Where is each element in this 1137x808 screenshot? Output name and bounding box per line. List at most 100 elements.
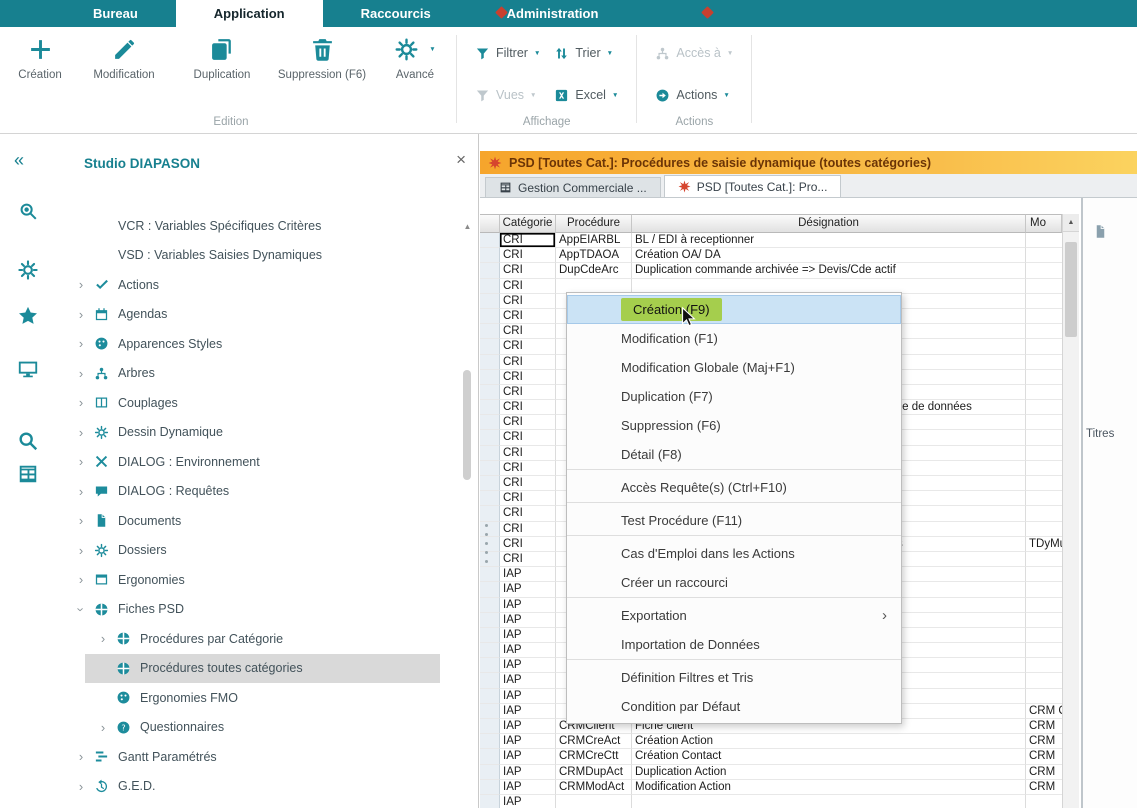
- close-sidebar-button[interactable]: ×: [456, 150, 466, 170]
- sidebar-item[interactable]: › G.E.D.: [57, 772, 462, 802]
- row-selector[interactable]: [480, 765, 500, 780]
- context-menu-item[interactable]: Cas d'Emploi dans les Actions ›: [567, 539, 901, 568]
- cell-categorie[interactable]: CRI: [500, 248, 556, 263]
- row-selector[interactable]: [480, 749, 500, 764]
- cell-designation[interactable]: Création Action: [632, 734, 1026, 749]
- row-selector[interactable]: [480, 582, 500, 597]
- cell-categorie[interactable]: IAP: [500, 765, 556, 780]
- row-selector[interactable]: [480, 506, 500, 521]
- cell-mo[interactable]: CRM: [1026, 765, 1062, 780]
- modification-button[interactable]: Modification: [80, 34, 168, 82]
- document-tab[interactable]: PSD [Toutes Cat.]: Pro...: [664, 175, 842, 197]
- ribbon-tab[interactable]: Raccourcis: [323, 0, 469, 27]
- cell-mo[interactable]: [1026, 552, 1062, 567]
- row-selector[interactable]: [480, 522, 500, 537]
- cell-mo[interactable]: [1026, 370, 1062, 385]
- context-menu-item[interactable]: Détail (F8) ›: [567, 440, 901, 470]
- sidebar-item[interactable]: › Gantt Paramétrés: [57, 742, 462, 772]
- cell-mo[interactable]: [1026, 643, 1062, 658]
- context-menu-item[interactable]: Créer un raccourci ›: [567, 568, 901, 598]
- cell-categorie[interactable]: CRI: [500, 415, 556, 430]
- table-row[interactable]: IAP CRMDupAct Duplication Action CRM: [480, 765, 1062, 780]
- ribbon-tab[interactable]: Administration: [469, 0, 637, 27]
- cell-categorie[interactable]: CRI: [500, 370, 556, 385]
- context-menu-item[interactable]: Accès Requête(s) (Ctrl+F10) ›: [567, 473, 901, 503]
- cell-categorie[interactable]: CRI: [500, 537, 556, 552]
- column-header-mo[interactable]: Mo: [1026, 214, 1062, 233]
- cell-designation[interactable]: BL / EDI à receptionner: [632, 233, 1026, 248]
- cell-procedure[interactable]: [556, 795, 632, 808]
- column-header-designation[interactable]: Désignation: [632, 214, 1026, 233]
- sidebar-item[interactable]: › DIALOG : Requêtes: [57, 477, 462, 507]
- cell-mo[interactable]: [1026, 415, 1062, 430]
- cell-mo[interactable]: [1026, 567, 1062, 582]
- cell-mo[interactable]: CRM: [1026, 749, 1062, 764]
- row-selector[interactable]: [480, 704, 500, 719]
- cell-categorie[interactable]: CRI: [500, 233, 556, 248]
- cell-categorie[interactable]: CRI: [500, 446, 556, 461]
- cell-mo[interactable]: CRM: [1026, 734, 1062, 749]
- cell-mo[interactable]: [1026, 446, 1062, 461]
- cell-designation[interactable]: Création Contact: [632, 749, 1026, 764]
- table-row[interactable]: IAP CRMCreAct Création Action CRM: [480, 734, 1062, 749]
- row-selector[interactable]: [480, 309, 500, 324]
- sidebar-scrollbar[interactable]: ▲: [462, 222, 473, 804]
- cell-categorie[interactable]: CRI: [500, 339, 556, 354]
- sidebar-item[interactable]: › Documents: [57, 506, 462, 536]
- context-menu-item[interactable]: Modification Globale (Maj+F1) ›: [567, 353, 901, 382]
- cell-categorie[interactable]: IAP: [500, 719, 556, 734]
- vertical-scrollbar[interactable]: ▲: [1062, 214, 1079, 808]
- cell-mo[interactable]: CRM C: [1026, 704, 1062, 719]
- row-selector[interactable]: [480, 385, 500, 400]
- cell-designation[interactable]: Modification Action: [632, 780, 1026, 795]
- cell-mo[interactable]: [1026, 658, 1062, 673]
- cell-categorie[interactable]: CRI: [500, 294, 556, 309]
- cell-categorie[interactable]: IAP: [500, 704, 556, 719]
- cell-mo[interactable]: [1026, 476, 1062, 491]
- row-selector[interactable]: [480, 446, 500, 461]
- cell-procedure[interactable]: CRMCreAct: [556, 734, 632, 749]
- sidebar-item[interactable]: › VCR : Variables Spécifiques Critères: [57, 211, 462, 241]
- cell-categorie[interactable]: CRI: [500, 324, 556, 339]
- row-selector[interactable]: [480, 613, 500, 628]
- cell-mo[interactable]: [1026, 309, 1062, 324]
- vues-button[interactable]: Vues▼: [475, 82, 540, 108]
- cell-procedure[interactable]: DupCdeArc: [556, 263, 632, 278]
- sidebar-item[interactable]: › Couplages: [57, 388, 462, 418]
- cell-categorie[interactable]: CRI: [500, 476, 556, 491]
- scroll-up-icon[interactable]: ▲: [462, 222, 473, 231]
- cell-procedure[interactable]: CRMCreCtt: [556, 749, 632, 764]
- cell-designation[interactable]: Création OA/ DA: [632, 248, 1026, 263]
- table-row[interactable]: CRI AppEIARBL BL / EDI à receptionner: [480, 233, 1062, 248]
- cell-procedure[interactable]: CRMDupAct: [556, 765, 632, 780]
- sidebar-item[interactable]: › Arbres: [57, 359, 462, 389]
- cell-categorie[interactable]: CRI: [500, 309, 556, 324]
- row-selector[interactable]: [480, 567, 500, 582]
- cell-categorie[interactable]: IAP: [500, 628, 556, 643]
- rail-search-button[interactable]: [13, 426, 43, 456]
- sidebar-item[interactable]: › Dessin Dynamique: [57, 418, 462, 448]
- scroll-up-icon[interactable]: ▲: [1063, 214, 1079, 232]
- cell-categorie[interactable]: IAP: [500, 734, 556, 749]
- rail-desktop-button[interactable]: [13, 354, 43, 384]
- row-selector[interactable]: [480, 370, 500, 385]
- cell-mo[interactable]: CRM: [1026, 719, 1062, 734]
- row-selector[interactable]: [480, 658, 500, 673]
- cell-categorie[interactable]: CRI: [500, 263, 556, 278]
- rail-data-button[interactable]: [13, 459, 43, 489]
- sidebar-item[interactable]: › Dossiers: [57, 536, 462, 566]
- pane-splitter[interactable]: [485, 518, 489, 569]
- context-menu-item[interactable]: Condition par Défaut ›: [567, 692, 901, 721]
- cell-procedure[interactable]: AppTDAOA: [556, 248, 632, 263]
- cell-categorie[interactable]: IAP: [500, 567, 556, 582]
- cell-categorie[interactable]: IAP: [500, 749, 556, 764]
- sidebar-item[interactable]: › DIALOG : Environnement: [57, 447, 462, 477]
- context-menu-item[interactable]: Définition Filtres et Tris ›: [567, 663, 901, 692]
- row-selector[interactable]: [480, 400, 500, 415]
- rail-settings-button[interactable]: [13, 255, 43, 285]
- cell-categorie[interactable]: CRI: [500, 355, 556, 370]
- collapse-sidebar-button[interactable]: «: [14, 150, 24, 171]
- cell-categorie[interactable]: CRI: [500, 400, 556, 415]
- context-menu-item[interactable]: Suppression (F6) ›: [567, 411, 901, 440]
- row-selector[interactable]: [480, 324, 500, 339]
